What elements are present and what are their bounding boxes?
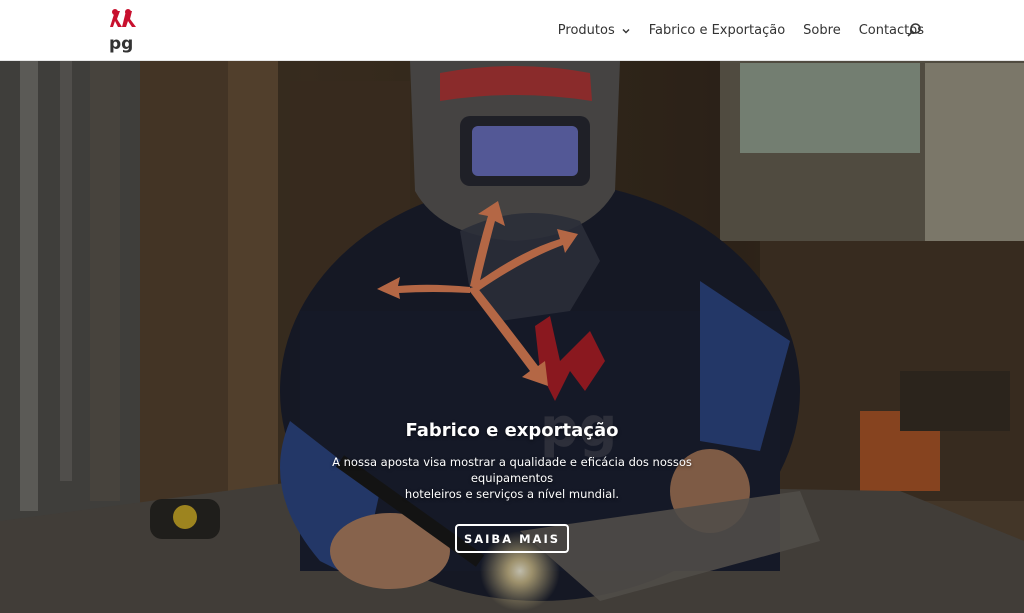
chevron-down-icon: [622, 28, 630, 33]
hero-title: Fabrico e exportação: [405, 420, 619, 441]
nav-item-produtos[interactable]: Produtos: [558, 23, 631, 38]
logo-text: pg: [109, 34, 133, 53]
hero-content: Fabrico e exportação A nossa aposta visa…: [0, 61, 1024, 613]
site-logo[interactable]: pg: [106, 7, 140, 54]
nav-label-sobre: Sobre: [803, 23, 841, 38]
main-nav: Produtos Fabrico e Exportação Sobre Cont…: [558, 0, 924, 61]
hero-description-line-1: A nossa aposta visa mostrar a qualidade …: [332, 455, 692, 485]
nav-label-fabrico: Fabrico e Exportação: [648, 23, 786, 38]
nav-item-fabrico[interactable]: Fabrico e Exportação: [649, 23, 785, 38]
search-icon[interactable]: [906, 22, 922, 38]
logo-icon: pg: [109, 9, 136, 54]
saiba-mais-button[interactable]: SAIBA MAIS: [455, 524, 569, 553]
site-header: pg Produtos Fabrico e Exportação Sobre C…: [0, 0, 1024, 61]
nav-item-sobre[interactable]: Sobre: [803, 23, 841, 38]
hero-description: A nossa aposta visa mostrar a qualidade …: [300, 454, 724, 502]
hero-section: pg Fabrico e exportação A nossa aposta v…: [0, 61, 1024, 613]
nav-label-produtos: Produtos: [557, 23, 615, 38]
hero-description-line-2: hoteleiros e serviços a nível mundial.: [404, 487, 620, 501]
